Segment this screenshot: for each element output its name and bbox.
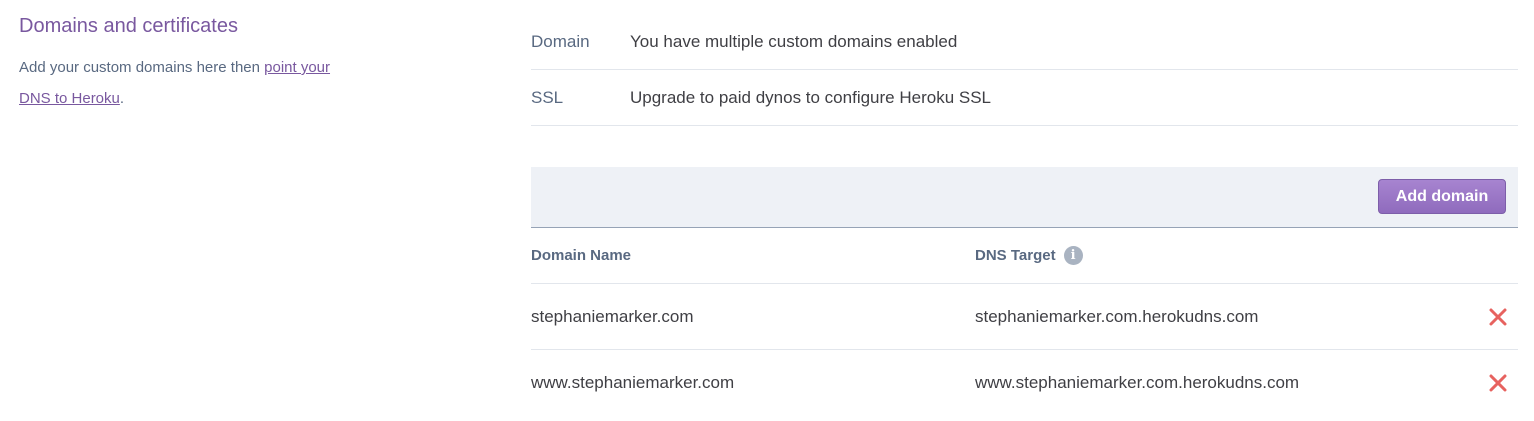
domains-panel: Domain You have multiple custom domains … [531,14,1518,416]
domains-settings-page: Domains and certificates Add your custom… [0,0,1534,421]
close-icon[interactable] [1486,305,1510,329]
description-prefix: Add your custom domains here then [19,59,265,76]
domains-toolbar: Add domain [531,167,1518,228]
domain-info-value: You have multiple custom domains enabled [630,31,958,51]
dns-target-cell: www.stephaniemarker.com.herokudns.com [975,373,1300,392]
section-description: Add your custom domains here then point … [19,52,359,114]
domain-name-cell: www.stephaniemarker.com [531,373,735,392]
section-title: Domains and certificates [19,15,238,37]
row-actions [1478,371,1518,395]
add-domain-button[interactable]: Add domain [1378,179,1506,214]
ssl-info-value: Upgrade to paid dynos to configure Herok… [630,87,992,107]
description-suffix: . [119,90,125,107]
close-icon[interactable] [1486,371,1510,395]
domain-info-row: Domain You have multiple custom domains … [531,14,1518,70]
row-actions [1478,305,1518,329]
info-icon[interactable]: i [1063,246,1083,265]
dns-target-cell: stephaniemarker.com.herokudns.com [975,306,1259,326]
domain-name-header: Domain Name [531,247,632,264]
section-intro: Domains and certificates Add your custom… [19,12,359,114]
table-row: stephaniemarker.com stephaniemarker.com.… [531,284,1518,350]
ssl-info-label: SSL [531,87,564,107]
domains-table-header: Domain Name DNS Target i [531,228,1518,284]
dns-target-header-cell: DNS Target i [975,246,1478,265]
ssl-info-row: SSL Upgrade to paid dynos to configure H… [531,70,1518,126]
table-row: www.stephaniemarker.com www.stephaniemar… [531,350,1518,416]
domain-info-label: Domain [531,31,590,51]
domain-name-cell: stephaniemarker.com [531,306,694,326]
dns-target-header: DNS Target [975,247,1056,264]
